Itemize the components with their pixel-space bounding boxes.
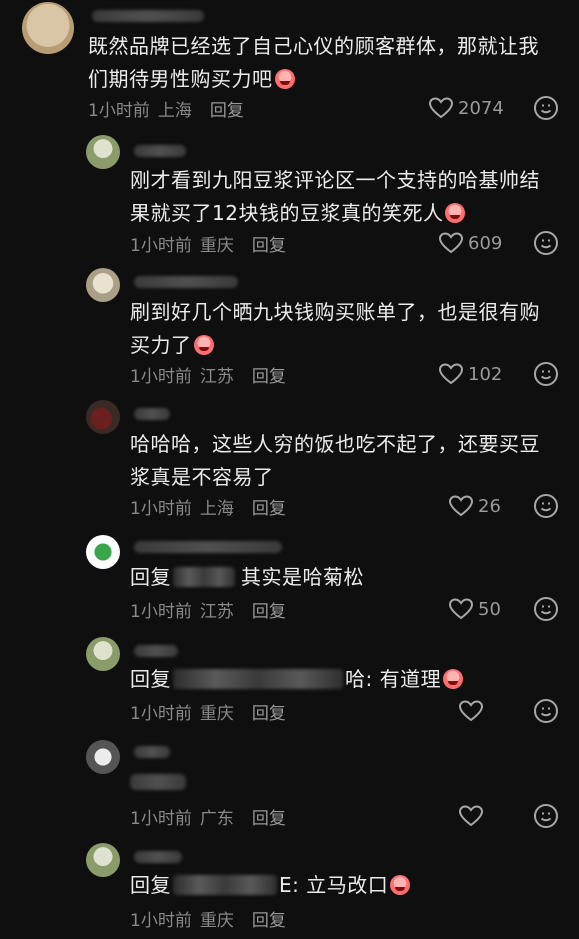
reply-button[interactable]: 回复 bbox=[210, 101, 244, 121]
like-button[interactable]: 609 bbox=[438, 231, 502, 255]
laugh-cry-emoji-icon bbox=[390, 875, 411, 895]
like-button[interactable]: 102 bbox=[438, 362, 502, 386]
avatar[interactable] bbox=[86, 135, 120, 169]
username-blurred bbox=[134, 145, 186, 157]
username-blurred bbox=[134, 746, 170, 758]
smiley-icon bbox=[534, 804, 558, 828]
like-button[interactable] bbox=[458, 804, 488, 828]
comment-meta: 1小时前 上海 回复 bbox=[88, 101, 244, 121]
comment-text: 刷到好几个晒九块钱购买账单了，也是很有购买力了 bbox=[130, 300, 540, 357]
comment-text: 哈哈哈，这些人穷的饭也吃不起了，还要买豆浆真是不容易了 bbox=[130, 432, 540, 489]
comment-text-blurred bbox=[130, 774, 186, 790]
reaction-button[interactable] bbox=[533, 493, 559, 519]
reaction-button[interactable] bbox=[533, 361, 559, 387]
avatar[interactable] bbox=[86, 843, 120, 877]
heart-outline-icon bbox=[458, 700, 484, 722]
laugh-cry-emoji-icon bbox=[193, 335, 214, 355]
smiley-icon bbox=[534, 362, 558, 386]
username-blurred bbox=[134, 541, 282, 553]
username-blurred bbox=[134, 276, 238, 288]
smiley-icon bbox=[534, 231, 558, 255]
reply-button[interactable]: 回复 bbox=[252, 911, 286, 931]
comment-meta: 1小时前 江苏 回复 bbox=[130, 367, 286, 387]
comment-meta: 1小时前 上海 回复 bbox=[130, 499, 286, 519]
heart-outline-icon bbox=[428, 97, 454, 119]
avatar[interactable] bbox=[86, 400, 120, 434]
username-blurred bbox=[134, 851, 182, 863]
comment-text: 刚才看到九阳豆浆评论区一个支持的哈基帅结果就买了12块钱的豆浆真的笑死人 bbox=[130, 168, 540, 225]
reaction-button[interactable] bbox=[533, 803, 559, 829]
comment-meta: 1小时前 重庆 回复 bbox=[130, 911, 286, 931]
comment-text: 回复 E: 立马改口 bbox=[130, 869, 560, 902]
reaction-button[interactable] bbox=[533, 698, 559, 724]
avatar[interactable] bbox=[86, 535, 120, 569]
smiley-icon bbox=[534, 494, 558, 518]
reaction-button[interactable] bbox=[533, 230, 559, 256]
reaction-button[interactable] bbox=[533, 95, 559, 121]
reply-button[interactable]: 回复 bbox=[252, 367, 286, 387]
heart-outline-icon bbox=[438, 232, 464, 254]
reply-button[interactable]: 回复 bbox=[252, 236, 286, 256]
comment-meta: 1小时前 江苏 回复 bbox=[130, 602, 286, 622]
smiley-icon bbox=[534, 597, 558, 621]
avatar[interactable] bbox=[86, 268, 120, 302]
reply-button[interactable]: 回复 bbox=[252, 809, 286, 829]
reply-button[interactable]: 回复 bbox=[252, 602, 286, 622]
laugh-cry-emoji-icon bbox=[443, 669, 464, 689]
heart-outline-icon bbox=[448, 495, 474, 517]
comment-text: 既然品牌已经选了自己心仪的顾客群体，那就让我们期待男性购买力吧 bbox=[88, 34, 539, 91]
comment-meta: 1小时前 重庆 回复 bbox=[130, 704, 286, 724]
comment-meta: 1小时前 广东 回复 bbox=[130, 809, 286, 829]
username-blurred bbox=[92, 10, 204, 22]
mentioned-username-blurred bbox=[173, 567, 235, 587]
avatar[interactable] bbox=[86, 740, 120, 774]
comment-meta: 1小时前 重庆 回复 bbox=[130, 236, 286, 256]
heart-outline-icon bbox=[438, 363, 464, 385]
username-blurred bbox=[134, 645, 178, 657]
like-button[interactable]: 26 bbox=[448, 494, 501, 518]
reply-button[interactable]: 回复 bbox=[252, 499, 286, 519]
reply-button[interactable]: 回复 bbox=[252, 704, 286, 724]
laugh-cry-emoji-icon bbox=[274, 69, 295, 89]
reaction-button[interactable] bbox=[533, 596, 559, 622]
laugh-cry-emoji-icon bbox=[445, 203, 466, 223]
avatar[interactable] bbox=[86, 637, 120, 671]
like-button[interactable]: 50 bbox=[448, 597, 501, 621]
like-button[interactable]: 2074 bbox=[428, 96, 504, 120]
comment-text: 回复 其实是哈菊松 bbox=[130, 565, 364, 589]
comment-text: 回复 哈: 有道理 bbox=[130, 663, 560, 696]
avatar[interactable] bbox=[22, 2, 74, 54]
username-blurred bbox=[134, 408, 170, 420]
mentioned-username-blurred bbox=[173, 669, 343, 689]
mentioned-username-blurred bbox=[173, 875, 277, 895]
heart-outline-icon bbox=[448, 598, 474, 620]
like-button[interactable] bbox=[458, 699, 488, 723]
smiley-icon bbox=[534, 699, 558, 723]
heart-outline-icon bbox=[458, 805, 484, 827]
smiley-icon bbox=[534, 96, 558, 120]
